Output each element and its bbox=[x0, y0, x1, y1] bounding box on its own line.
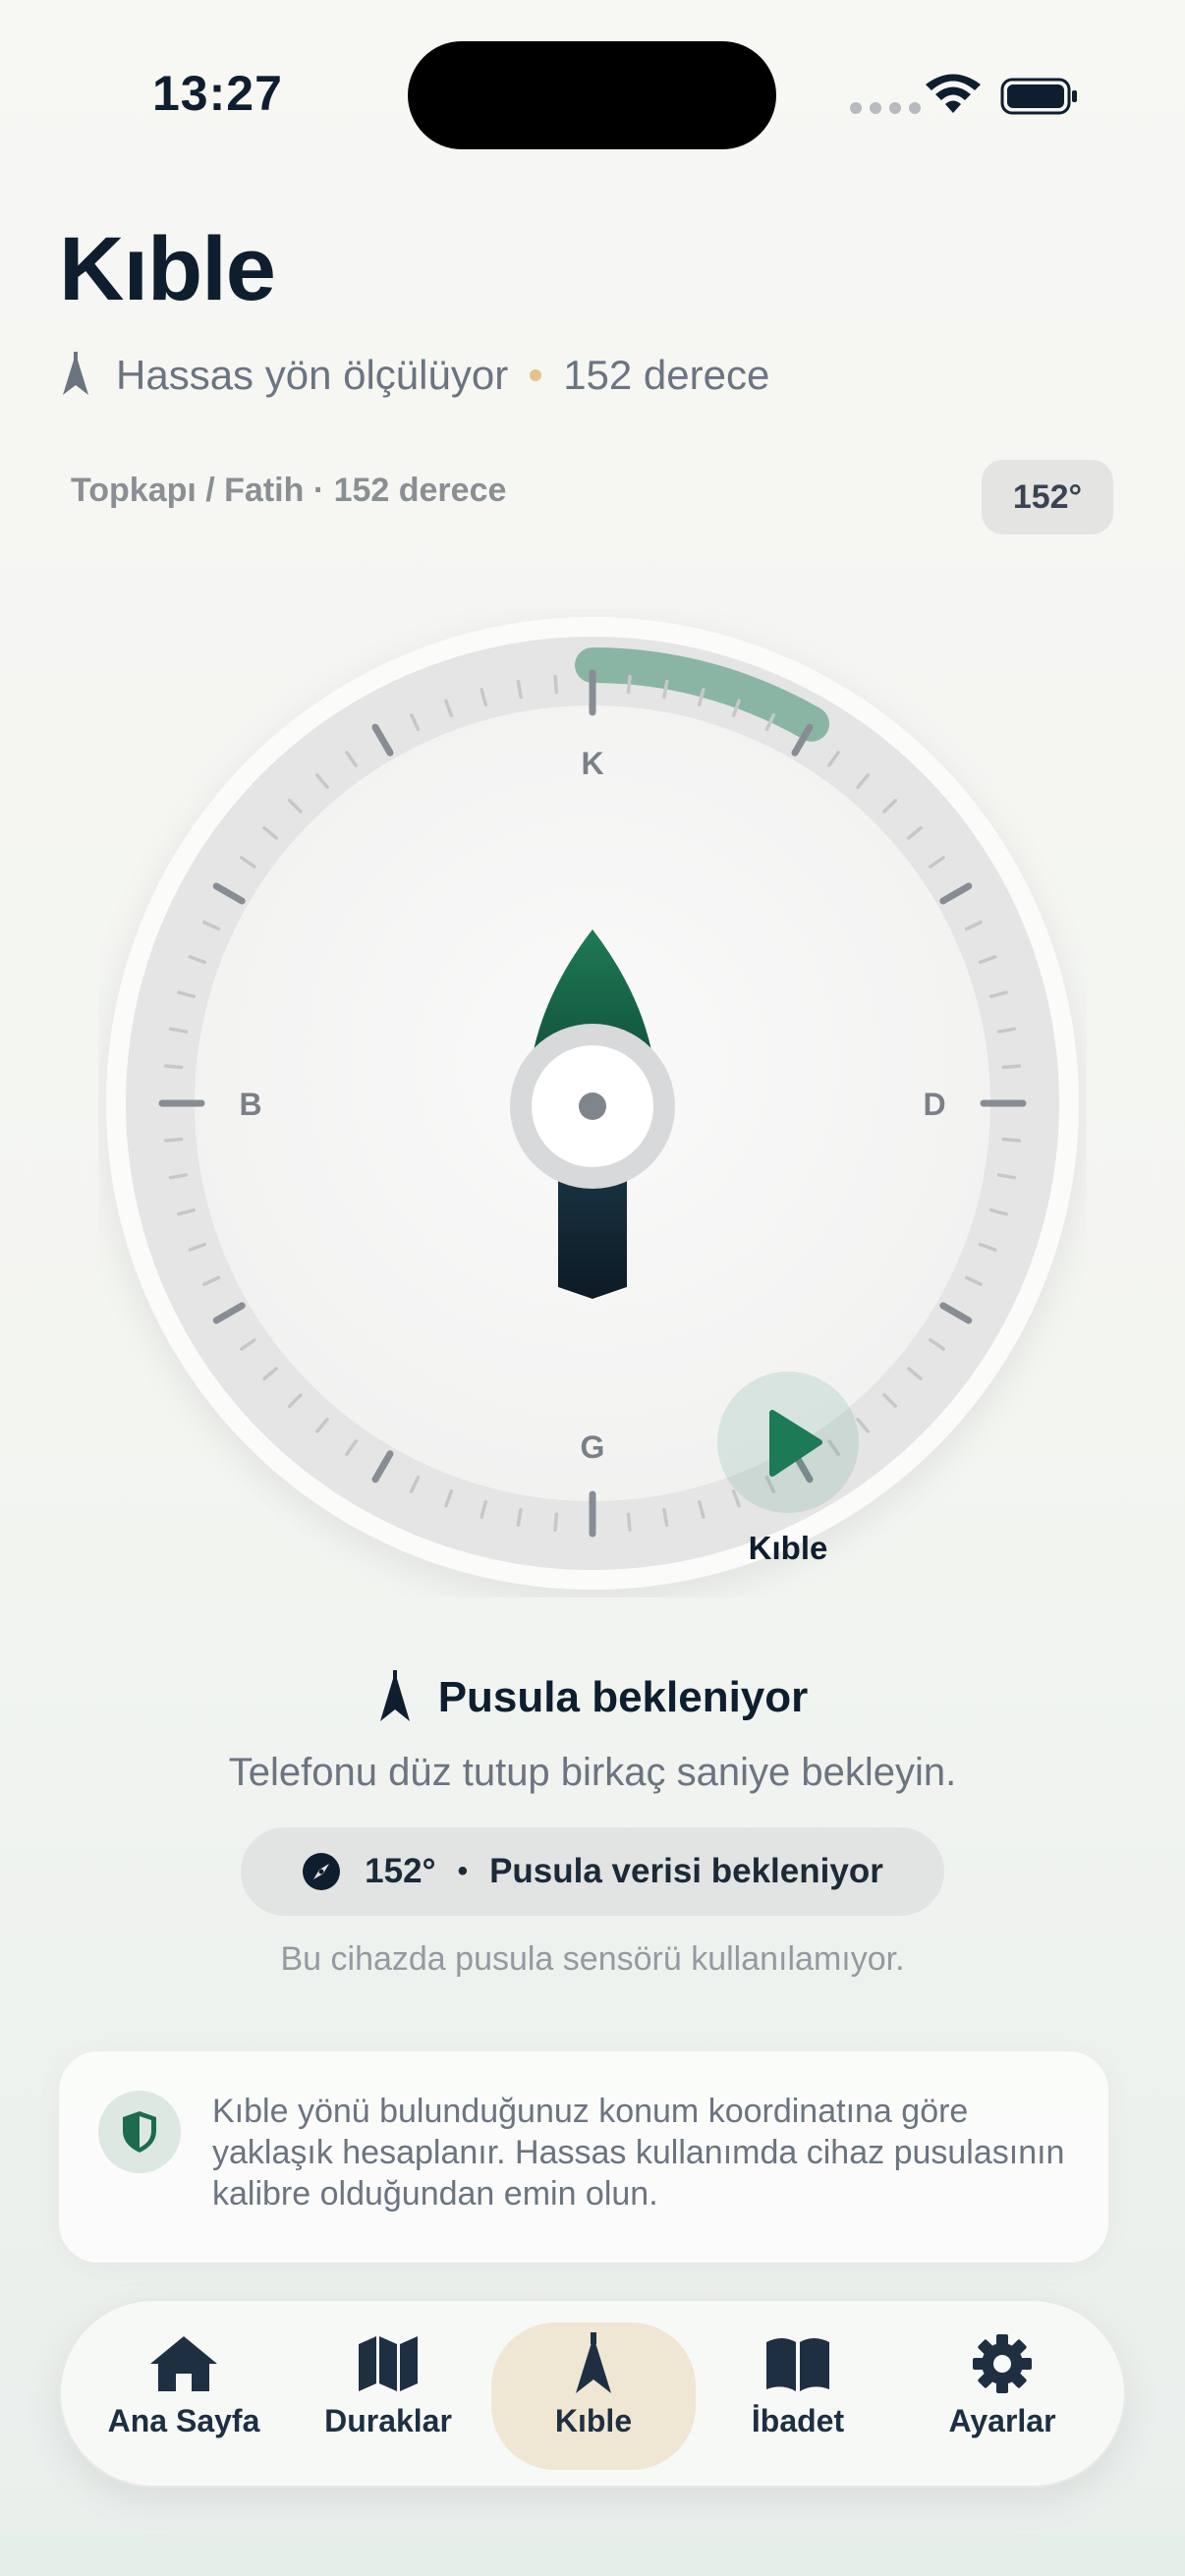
home-icon bbox=[150, 2336, 217, 2391]
compass-data-pill: 152° • Pusula verisi bekleniyor bbox=[241, 1827, 944, 1916]
pill-bullet: • bbox=[457, 1855, 469, 1887]
cardinal-west: B bbox=[239, 1087, 261, 1122]
qibla-needle-icon bbox=[576, 2332, 611, 2393]
compass-tick bbox=[626, 1512, 632, 1533]
compass-icon bbox=[303, 1853, 341, 1890]
shield-icon bbox=[123, 2111, 156, 2153]
cardinal-east: D bbox=[923, 1087, 945, 1122]
tab-home[interactable]: Ana Sayfa bbox=[95, 2332, 272, 2460]
compass-tick bbox=[553, 1512, 559, 1533]
info-text: Kıble yönü bulunduğunuz konum koordinatı… bbox=[212, 2093, 1065, 2212]
page-title: Kıble bbox=[59, 219, 276, 319]
tab-label: İbadet bbox=[751, 2403, 845, 2438]
tab-label: Ayarlar bbox=[948, 2403, 1056, 2438]
tab-label: Kıble bbox=[554, 2403, 633, 2438]
qibla-needle-icon bbox=[63, 352, 88, 395]
status-hint: Telefonu düz tutup birkaç saniye bekleyi… bbox=[228, 1751, 957, 1794]
pill-text: Pusula verisi bekleniyor bbox=[489, 1852, 883, 1890]
tab-label: Ana Sayfa bbox=[107, 2403, 260, 2438]
degree-text: 152 derece bbox=[563, 352, 770, 398]
shield-icon-wrap bbox=[98, 2091, 181, 2173]
map-icon bbox=[359, 2336, 418, 2391]
wifi-icon bbox=[926, 74, 981, 113]
battery-icon bbox=[1000, 78, 1077, 115]
gear-icon bbox=[973, 2334, 1032, 2393]
tab-bar: Ana Sayfa Duraklar Kıble İbadet Ayarlar bbox=[59, 2299, 1126, 2488]
book-icon bbox=[766, 2338, 829, 2391]
sensor-note: Bu cihazda pusula sensörü kullanılamıyor… bbox=[280, 1940, 905, 1978]
needle-south bbox=[558, 1171, 627, 1299]
compass-dial: K G B D Kıble bbox=[106, 617, 1079, 1590]
dynamic-island bbox=[408, 41, 776, 149]
tab-label: Duraklar bbox=[324, 2403, 452, 2438]
compass-status: Pusula bekleniyor bbox=[0, 1670, 1185, 1725]
tab-stops[interactable]: Duraklar bbox=[300, 2332, 477, 2460]
tab-settings[interactable]: Ayarlar bbox=[914, 2332, 1091, 2460]
location-label: Topkapı / Fatih · 152 derece bbox=[71, 472, 507, 509]
compass-tick bbox=[626, 674, 632, 695]
measuring-label: Hassas yön ölçülüyor bbox=[116, 352, 509, 398]
status-title: Pusula bekleniyor bbox=[437, 1673, 809, 1721]
compass-tick bbox=[1001, 1137, 1022, 1143]
cardinal-south: G bbox=[581, 1429, 605, 1465]
compass-tick bbox=[553, 674, 559, 695]
measuring-status: Hassas yön ölçülüyor 152 derece bbox=[59, 352, 769, 399]
status-time: 13:27 bbox=[152, 66, 283, 121]
cellular-signal-icon bbox=[850, 102, 921, 114]
info-card: Kıble yönü bulunduğunuz konum koordinatı… bbox=[59, 2051, 1108, 2263]
tab-qibla[interactable]: Kıble bbox=[491, 2323, 696, 2470]
degree-badge: 152° bbox=[982, 460, 1113, 534]
separator-dot bbox=[530, 369, 542, 381]
qibla-label: Kıble bbox=[749, 1530, 828, 1566]
tab-worship[interactable]: İbadet bbox=[709, 2332, 886, 2460]
pill-degree: 152° bbox=[365, 1852, 436, 1890]
cardinal-north: K bbox=[581, 746, 603, 781]
compass-tick bbox=[1001, 1064, 1022, 1070]
home-indicator-area bbox=[0, 2535, 1185, 2576]
compass-tick bbox=[163, 1064, 184, 1070]
compass-tick bbox=[163, 1137, 184, 1143]
qibla-needle-icon bbox=[379, 1670, 410, 1721]
